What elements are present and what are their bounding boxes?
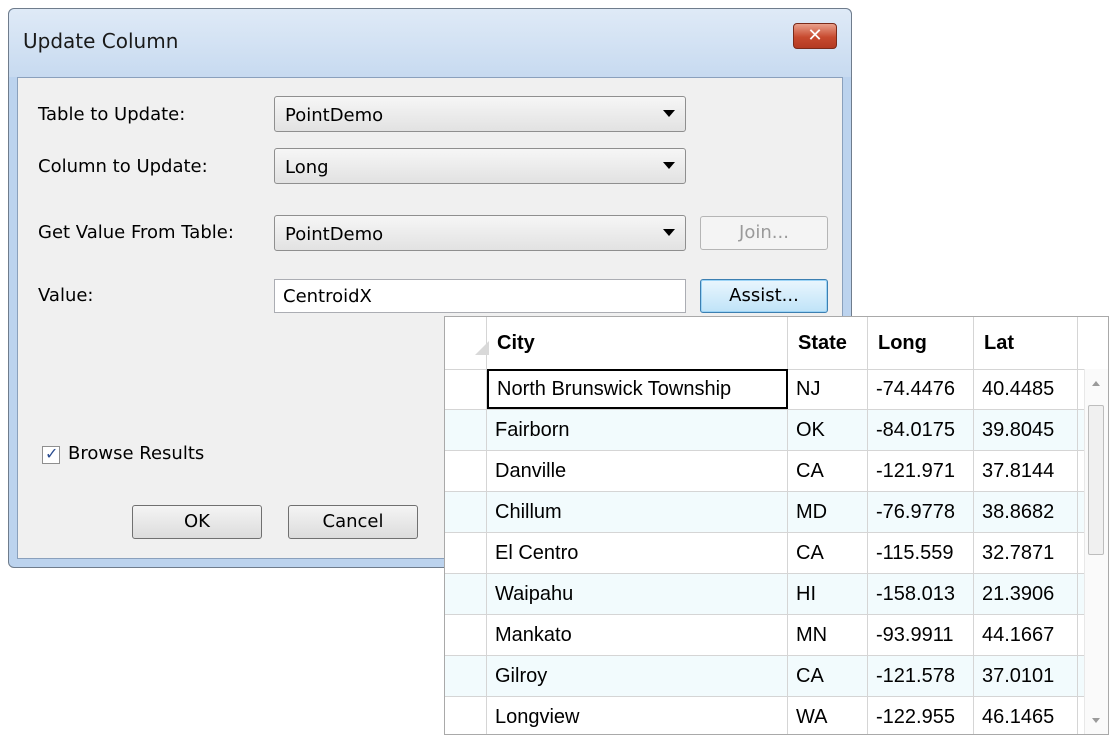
- row-header[interactable]: [445, 410, 487, 450]
- column-header-long[interactable]: Long: [868, 317, 974, 369]
- vertical-scrollbar[interactable]: [1084, 369, 1108, 734]
- row-header[interactable]: [445, 656, 487, 696]
- cell-long[interactable]: -84.0175: [868, 410, 974, 450]
- table-row[interactable]: Gilroy CA -121.578 37.0101: [445, 656, 1085, 697]
- cell-city[interactable]: Waipahu: [487, 574, 788, 614]
- cell-lat[interactable]: 37.8144: [974, 451, 1078, 491]
- cell-lat[interactable]: 37.0101: [974, 656, 1078, 696]
- scrollbar-thumb[interactable]: [1088, 405, 1104, 555]
- cell-lat[interactable]: 38.8682: [974, 492, 1078, 532]
- browse-results-label[interactable]: Browse Results: [68, 443, 204, 464]
- cell-city[interactable]: Chillum: [487, 492, 788, 532]
- cell-long[interactable]: -121.578: [868, 656, 974, 696]
- scroll-down-icon[interactable]: [1092, 718, 1100, 723]
- scroll-up-icon[interactable]: [1092, 381, 1100, 386]
- cell-lat[interactable]: 40.4485: [974, 369, 1078, 409]
- row-header[interactable]: [445, 697, 487, 734]
- column-header-state[interactable]: State: [788, 317, 868, 369]
- cell-lat[interactable]: 32.7871: [974, 533, 1078, 573]
- grid-header: City State Long Lat: [445, 317, 1085, 370]
- row-header[interactable]: [445, 574, 487, 614]
- dialog-title: Update Column: [23, 29, 179, 53]
- ok-button[interactable]: OK: [132, 505, 262, 539]
- cell-city[interactable]: El Centro: [487, 533, 788, 573]
- cell-lat[interactable]: 39.8045: [974, 410, 1078, 450]
- cell-lat[interactable]: 44.1667: [974, 615, 1078, 655]
- table-to-update-value: PointDemo: [285, 105, 384, 126]
- cell-long[interactable]: -76.9778: [868, 492, 974, 532]
- close-button[interactable]: ✕: [793, 23, 837, 49]
- table-row[interactable]: Longview WA -122.955 46.1465: [445, 697, 1085, 734]
- cancel-button[interactable]: Cancel: [288, 505, 418, 539]
- column-header-city[interactable]: City: [487, 317, 788, 369]
- cell-state[interactable]: CA: [788, 656, 868, 696]
- get-value-from-table-value: PointDemo: [285, 224, 384, 245]
- table-to-update-select[interactable]: PointDemo: [274, 96, 686, 132]
- cell-state[interactable]: NJ: [788, 369, 868, 409]
- cell-city[interactable]: North Brunswick Township: [487, 369, 788, 409]
- table-row[interactable]: Fairborn OK -84.0175 39.8045: [445, 410, 1085, 451]
- cell-long[interactable]: -121.971: [868, 451, 974, 491]
- cell-lat[interactable]: 46.1465: [974, 697, 1078, 734]
- cell-long[interactable]: -158.013: [868, 574, 974, 614]
- value-input-text: CentroidX: [283, 286, 372, 307]
- cell-city[interactable]: Danville: [487, 451, 788, 491]
- cell-state[interactable]: WA: [788, 697, 868, 734]
- chevron-down-icon: [663, 110, 675, 117]
- join-button[interactable]: Join...: [700, 216, 828, 250]
- table-row[interactable]: North Brunswick Township NJ -74.4476 40.448…: [445, 369, 1085, 410]
- table-row[interactable]: Danville CA -121.971 37.8144: [445, 451, 1085, 492]
- close-icon: ✕: [807, 25, 823, 46]
- cell-city[interactable]: Longview: [487, 697, 788, 734]
- cell-state[interactable]: OK: [788, 410, 868, 450]
- chevron-down-icon: [663, 162, 675, 169]
- get-value-from-table-select[interactable]: PointDemo: [274, 215, 686, 251]
- value-label: Value:: [38, 285, 94, 306]
- cell-state[interactable]: MN: [788, 615, 868, 655]
- row-header[interactable]: [445, 369, 487, 409]
- cell-long[interactable]: -122.955: [868, 697, 974, 734]
- cell-long[interactable]: -115.559: [868, 533, 974, 573]
- results-grid: City State Long Lat North Brunswick Town…: [444, 316, 1109, 735]
- checkmark-icon: ✓: [45, 444, 59, 463]
- row-header[interactable]: [445, 533, 487, 573]
- cell-city[interactable]: Gilroy: [487, 656, 788, 696]
- cell-state[interactable]: HI: [788, 574, 868, 614]
- chevron-down-icon: [663, 229, 675, 236]
- column-to-update-select[interactable]: Long: [274, 148, 686, 184]
- cell-city[interactable]: Fairborn: [487, 410, 788, 450]
- cell-lat[interactable]: 21.3906: [974, 574, 1078, 614]
- cell-state[interactable]: CA: [788, 451, 868, 491]
- column-to-update-value: Long: [285, 157, 329, 178]
- cell-state[interactable]: CA: [788, 533, 868, 573]
- assist-button[interactable]: Assist...: [700, 279, 828, 313]
- column-to-update-label: Column to Update:: [38, 156, 208, 177]
- table-row[interactable]: Mankato MN -93.9911 44.1667: [445, 615, 1085, 656]
- cell-long[interactable]: -74.4476: [868, 369, 974, 409]
- table-to-update-label: Table to Update:: [38, 104, 186, 125]
- table-row[interactable]: El Centro CA -115.559 32.7871: [445, 533, 1085, 574]
- cell-long[interactable]: -93.9911: [868, 615, 974, 655]
- value-input[interactable]: CentroidX: [274, 279, 686, 313]
- cell-state[interactable]: MD: [788, 492, 868, 532]
- dialog-titlebar[interactable]: Update Column ✕: [9, 9, 851, 77]
- row-header[interactable]: [445, 492, 487, 532]
- row-header[interactable]: [445, 615, 487, 655]
- browse-results-checkbox[interactable]: ✓: [42, 444, 60, 464]
- table-row[interactable]: Waipahu HI -158.013 21.3906: [445, 574, 1085, 615]
- row-header[interactable]: [445, 451, 487, 491]
- column-header-lat[interactable]: Lat: [974, 317, 1078, 369]
- select-all-corner[interactable]: [445, 317, 489, 369]
- table-row[interactable]: Chillum MD -76.9778 38.8682: [445, 492, 1085, 533]
- get-value-from-table-label: Get Value From Table:: [38, 222, 234, 243]
- cell-city[interactable]: Mankato: [487, 615, 788, 655]
